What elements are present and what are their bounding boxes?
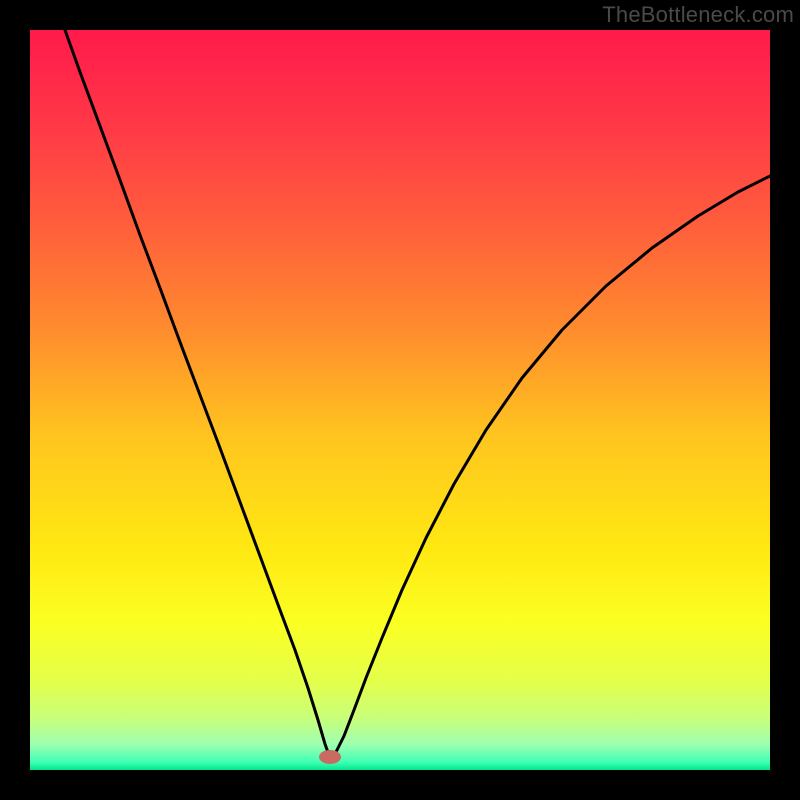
chart-background [30,30,770,770]
app-frame: TheBottleneck.com [0,0,800,800]
min-marker [319,750,341,764]
bottleneck-chart [30,30,770,770]
attribution-label: TheBottleneck.com [602,2,794,28]
chart-area [30,30,770,770]
